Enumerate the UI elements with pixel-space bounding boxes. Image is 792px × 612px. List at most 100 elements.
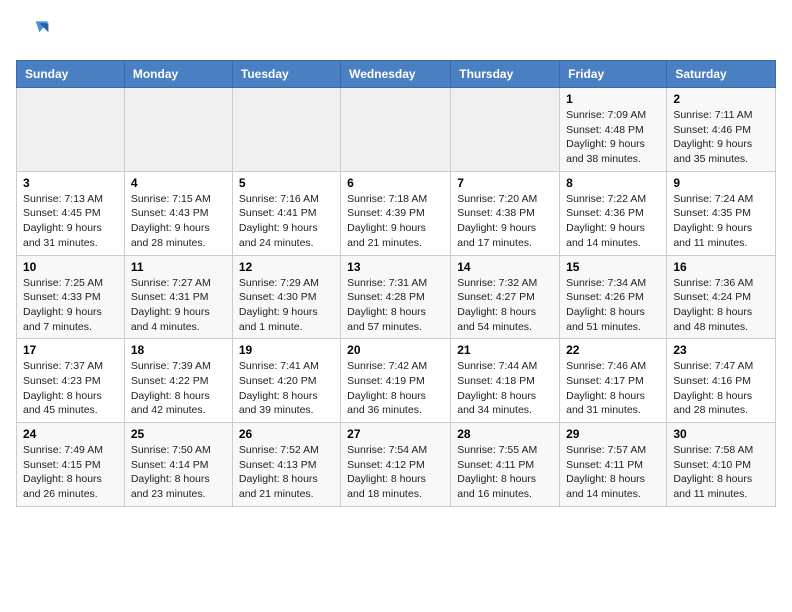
day-info: Sunrise: 7:55 AMSunset: 4:11 PMDaylight:…	[457, 443, 553, 502]
day-number: 9	[673, 176, 769, 190]
day-of-week-header: Monday	[124, 61, 232, 88]
day-info: Sunrise: 7:49 AMSunset: 4:15 PMDaylight:…	[23, 443, 118, 502]
calendar-cell: 9 Sunrise: 7:24 AMSunset: 4:35 PMDaylight…	[667, 171, 776, 255]
calendar-cell: 6 Sunrise: 7:18 AMSunset: 4:39 PMDaylight…	[341, 171, 451, 255]
calendar-cell	[341, 88, 451, 172]
day-of-week-header: Tuesday	[232, 61, 340, 88]
day-info: Sunrise: 7:15 AMSunset: 4:43 PMDaylight:…	[131, 192, 226, 251]
day-number: 8	[566, 176, 660, 190]
day-number: 20	[347, 343, 444, 357]
calendar-cell: 4 Sunrise: 7:15 AMSunset: 4:43 PMDaylight…	[124, 171, 232, 255]
day-info: Sunrise: 7:18 AMSunset: 4:39 PMDaylight:…	[347, 192, 444, 251]
day-info: Sunrise: 7:31 AMSunset: 4:28 PMDaylight:…	[347, 276, 444, 335]
calendar-week-row: 17 Sunrise: 7:37 AMSunset: 4:23 PMDayligh…	[17, 339, 776, 423]
day-info: Sunrise: 7:09 AMSunset: 4:48 PMDaylight:…	[566, 108, 660, 167]
calendar-cell: 26 Sunrise: 7:52 AMSunset: 4:13 PMDayligh…	[232, 423, 340, 507]
calendar-cell: 5Sunrise: 7:16 AMSunset: 4:41 PMDaylight…	[232, 171, 340, 255]
day-number: 15	[566, 260, 660, 274]
calendar-cell: 11 Sunrise: 7:27 AMSunset: 4:31 PMDayligh…	[124, 255, 232, 339]
day-number: 2	[673, 92, 769, 106]
day-info: Sunrise: 7:58 AMSunset: 4:10 PMDaylight:…	[673, 443, 769, 502]
calendar-cell: 15 Sunrise: 7:34 AMSunset: 4:26 PMDayligh…	[560, 255, 667, 339]
day-number: 30	[673, 427, 769, 441]
day-number: 23	[673, 343, 769, 357]
day-of-week-header: Saturday	[667, 61, 776, 88]
day-info: Sunrise: 7:50 AMSunset: 4:14 PMDaylight:…	[131, 443, 226, 502]
calendar-header-row: SundayMondayTuesdayWednesdayThursdayFrid…	[17, 61, 776, 88]
day-info: Sunrise: 7:36 AMSunset: 4:24 PMDaylight:…	[673, 276, 769, 335]
calendar-week-row: 3Sunrise: 7:13 AMSunset: 4:45 PMDaylight…	[17, 171, 776, 255]
day-number: 16	[673, 260, 769, 274]
calendar-cell: 16 Sunrise: 7:36 AMSunset: 4:24 PMDayligh…	[667, 255, 776, 339]
calendar-week-row: 10 Sunrise: 7:25 AMSunset: 4:33 PMDayligh…	[17, 255, 776, 339]
calendar-cell: 29 Sunrise: 7:57 AMSunset: 4:11 PMDayligh…	[560, 423, 667, 507]
day-info: Sunrise: 7:29 AMSunset: 4:30 PMDaylight:…	[239, 276, 334, 335]
calendar-cell: 30 Sunrise: 7:58 AMSunset: 4:10 PMDayligh…	[667, 423, 776, 507]
logo	[16, 16, 56, 52]
day-info: Sunrise: 7:34 AMSunset: 4:26 PMDaylight:…	[566, 276, 660, 335]
calendar-cell: 21Sunrise: 7:44 AMSunset: 4:18 PMDayligh…	[451, 339, 560, 423]
day-number: 7	[457, 176, 553, 190]
day-number: 26	[239, 427, 334, 441]
calendar-cell: 14 Sunrise: 7:32 AMSunset: 4:27 PMDayligh…	[451, 255, 560, 339]
calendar-cell: 22Sunrise: 7:46 AMSunset: 4:17 PMDayligh…	[560, 339, 667, 423]
day-number: 10	[23, 260, 118, 274]
calendar-cell: 27Sunrise: 7:54 AMSunset: 4:12 PMDayligh…	[341, 423, 451, 507]
day-info: Sunrise: 7:37 AMSunset: 4:23 PMDaylight:…	[23, 359, 118, 418]
day-info: Sunrise: 7:27 AMSunset: 4:31 PMDaylight:…	[131, 276, 226, 335]
day-of-week-header: Thursday	[451, 61, 560, 88]
day-of-week-header: Sunday	[17, 61, 125, 88]
day-number: 18	[131, 343, 226, 357]
day-info: Sunrise: 7:32 AMSunset: 4:27 PMDaylight:…	[457, 276, 553, 335]
day-number: 11	[131, 260, 226, 274]
day-info: Sunrise: 7:52 AMSunset: 4:13 PMDaylight:…	[239, 443, 334, 502]
day-number: 1	[566, 92, 660, 106]
calendar-cell: 19Sunrise: 7:41 AMSunset: 4:20 PMDayligh…	[232, 339, 340, 423]
day-info: Sunrise: 7:44 AMSunset: 4:18 PMDaylight:…	[457, 359, 553, 418]
day-info: Sunrise: 7:22 AMSunset: 4:36 PMDaylight:…	[566, 192, 660, 251]
calendar-cell: 18 Sunrise: 7:39 AMSunset: 4:22 PMDayligh…	[124, 339, 232, 423]
day-info: Sunrise: 7:47 AMSunset: 4:16 PMDaylight:…	[673, 359, 769, 418]
day-info: Sunrise: 7:24 AMSunset: 4:35 PMDaylight:…	[673, 192, 769, 251]
day-number: 14	[457, 260, 553, 274]
day-of-week-header: Wednesday	[341, 61, 451, 88]
day-info: Sunrise: 7:25 AMSunset: 4:33 PMDaylight:…	[23, 276, 118, 335]
calendar-cell: 1 Sunrise: 7:09 AMSunset: 4:48 PMDaylight…	[560, 88, 667, 172]
day-number: 4	[131, 176, 226, 190]
day-number: 29	[566, 427, 660, 441]
calendar-cell: 13 Sunrise: 7:31 AMSunset: 4:28 PMDayligh…	[341, 255, 451, 339]
calendar-cell: 23 Sunrise: 7:47 AMSunset: 4:16 PMDayligh…	[667, 339, 776, 423]
day-info: Sunrise: 7:13 AMSunset: 4:45 PMDaylight:…	[23, 192, 118, 251]
day-number: 6	[347, 176, 444, 190]
page-header	[16, 16, 776, 52]
calendar-cell	[17, 88, 125, 172]
calendar-cell: 8 Sunrise: 7:22 AMSunset: 4:36 PMDaylight…	[560, 171, 667, 255]
day-info: Sunrise: 7:57 AMSunset: 4:11 PMDaylight:…	[566, 443, 660, 502]
day-number: 13	[347, 260, 444, 274]
day-number: 27	[347, 427, 444, 441]
day-number: 24	[23, 427, 118, 441]
day-number: 25	[131, 427, 226, 441]
calendar-cell: 20 Sunrise: 7:42 AMSunset: 4:19 PMDayligh…	[341, 339, 451, 423]
day-number: 12	[239, 260, 334, 274]
calendar-cell: 17 Sunrise: 7:37 AMSunset: 4:23 PMDayligh…	[17, 339, 125, 423]
logo-icon	[16, 16, 52, 52]
calendar-cell: 3Sunrise: 7:13 AMSunset: 4:45 PMDaylight…	[17, 171, 125, 255]
day-info: Sunrise: 7:42 AMSunset: 4:19 PMDaylight:…	[347, 359, 444, 418]
calendar-cell	[124, 88, 232, 172]
day-number: 28	[457, 427, 553, 441]
calendar-week-row: 1 Sunrise: 7:09 AMSunset: 4:48 PMDaylight…	[17, 88, 776, 172]
calendar-cell: 12 Sunrise: 7:29 AMSunset: 4:30 PMDayligh…	[232, 255, 340, 339]
calendar-cell: 28 Sunrise: 7:55 AMSunset: 4:11 PMDayligh…	[451, 423, 560, 507]
calendar-cell: 24 Sunrise: 7:49 AMSunset: 4:15 PMDayligh…	[17, 423, 125, 507]
calendar: SundayMondayTuesdayWednesdayThursdayFrid…	[16, 60, 776, 507]
day-info: Sunrise: 7:39 AMSunset: 4:22 PMDaylight:…	[131, 359, 226, 418]
day-number: 5	[239, 176, 334, 190]
day-of-week-header: Friday	[560, 61, 667, 88]
day-info: Sunrise: 7:46 AMSunset: 4:17 PMDaylight:…	[566, 359, 660, 418]
calendar-week-row: 24 Sunrise: 7:49 AMSunset: 4:15 PMDayligh…	[17, 423, 776, 507]
day-number: 17	[23, 343, 118, 357]
calendar-cell: 7Sunrise: 7:20 AMSunset: 4:38 PMDaylight…	[451, 171, 560, 255]
calendar-cell: 25 Sunrise: 7:50 AMSunset: 4:14 PMDayligh…	[124, 423, 232, 507]
day-info: Sunrise: 7:41 AMSunset: 4:20 PMDaylight:…	[239, 359, 334, 418]
